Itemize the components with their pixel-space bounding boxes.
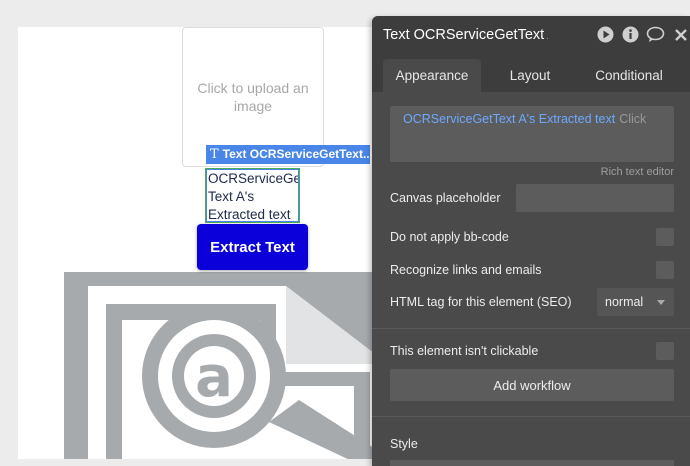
uploader-text: Click to upload an image [197,80,309,114]
bbcode-row: Do not apply bb-code [390,227,674,247]
selected-element-tag[interactable]: T Text OCRServiceGetText... [206,145,370,164]
ocr-text-content: OCRServiceGet Text A's Extracted text [208,171,300,222]
selected-element-name: Text OCRServiceGetText... [222,147,370,161]
text-type-icon: T [210,147,219,162]
style-dropdown[interactable] [390,460,674,466]
canvas-placeholder-input[interactable] [516,184,674,212]
html-tag-label: HTML tag for this element (SEO) [390,295,572,309]
chevron-down-icon [657,300,665,305]
add-workflow-label: Add workflow [493,377,571,393]
canvas-placeholder-label: Canvas placeholder [390,191,501,205]
links-label: Recognize links and emails [390,263,542,277]
ocr-text-element[interactable]: OCRServiceGet Text A's Extracted text [205,168,300,223]
tab-conditional[interactable]: Conditional [579,59,679,92]
editor-canvas: Click to upload an image a T Text OCRSer… [18,27,388,459]
links-row: Recognize links and emails [390,260,674,280]
links-checkbox[interactable] [656,261,674,279]
bbcode-checkbox[interactable] [656,228,674,246]
not-clickable-label: This element isn't clickable [390,344,539,358]
tab-conditional-label: Conditional [595,68,663,83]
ocr-logo-image[interactable]: a [64,272,388,459]
not-clickable-checkbox[interactable] [656,342,674,360]
html-tag-row: HTML tag for this element (SEO) normal [390,288,674,316]
panel-tabs: Appearance Layout Conditional [372,54,690,92]
property-editor-panel: Text OCRServiceGetText A Appearance Layo… [372,16,690,466]
extract-text-button[interactable]: Extract Text [197,224,308,270]
close-icon[interactable] [671,25,690,44]
section-divider-2 [372,416,690,417]
panel-title: Text OCRServiceGetText A [383,27,548,43]
tab-layout[interactable]: Layout [481,59,579,92]
extract-text-label: Extract Text [210,238,295,256]
tab-appearance[interactable]: Appearance [383,59,481,92]
tab-appearance-label: Appearance [395,68,469,83]
tab-layout-label: Layout [509,68,551,83]
at-sign-magnifier-icon: a [64,272,388,459]
add-workflow-button[interactable]: Add workflow [390,369,674,401]
rich-text-editor-link[interactable]: Rich text editor [601,166,674,178]
bbcode-label: Do not apply bb-code [390,230,509,244]
html-tag-value: normal [605,295,644,309]
info-icon[interactable] [621,25,640,44]
dynamic-expression[interactable]: OCRServiceGetText A's Extracted text [403,112,615,126]
play-icon[interactable] [596,25,615,44]
not-clickable-row: This element isn't clickable [390,341,674,361]
panel-header-icons [596,25,690,44]
svg-text:a: a [195,345,233,410]
click-hint: Click [619,112,647,126]
panel-header: Text OCRServiceGetText A [372,16,690,54]
style-label: Style [390,437,418,451]
rich-text-input[interactable]: OCRServiceGetText A's Extracted text Clic… [390,106,674,162]
html-tag-select[interactable]: normal [597,288,674,316]
comment-icon[interactable] [646,25,665,44]
section-divider [372,328,690,329]
canvas-placeholder-row: Canvas placeholder [390,184,674,212]
